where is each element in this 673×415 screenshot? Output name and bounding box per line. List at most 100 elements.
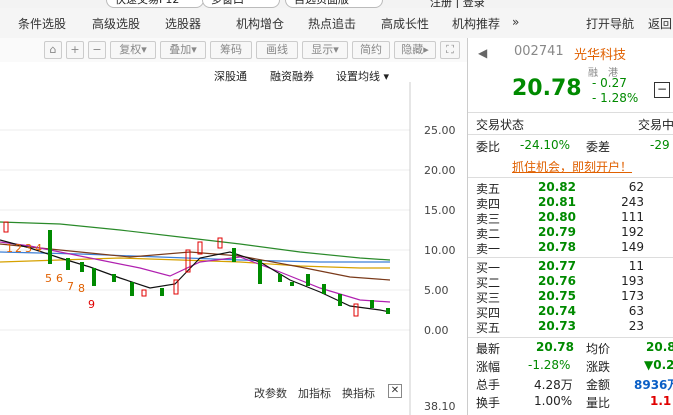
weicha-label: 委差 [586,140,611,154]
zoom-in-icon[interactable]: + [66,41,84,59]
buy-price: 20.76 [538,274,576,288]
kline-chart[interactable]: 深股通 融资融券 设置均线 ▾ 1 2 3 4 5 6 7 8 9 25.00 … [0,62,467,415]
sell-price: 20.79 [538,225,576,239]
chart-label-7: 7 [67,280,74,293]
stat-row: 最新 20.78 均价 20.8 [468,340,673,358]
sell-price: 20.81 [538,195,576,209]
stat-value: -1.28% [528,358,571,372]
divider [468,257,673,258]
menu-item-tiaojian[interactable]: 条件选股 [18,15,66,32]
y-label-10: 10.00 [424,244,456,257]
quick-trade-button[interactable]: 快速交易F12 [106,0,204,8]
overlay-dropdown[interactable]: 叠加▾ [160,41,206,59]
open-account-link[interactable]: 抓住机会，即刻开户！ [512,158,632,175]
add-indicator-link[interactable]: 加指标 [298,385,331,401]
stat-value: 8936万 [634,378,673,392]
buy-volume: 63 [628,304,644,318]
fullscreen-icon[interactable]: ⛶ [440,41,460,59]
sell-price: 20.82 [538,180,576,194]
stat-label: 涨跌 [586,360,611,374]
y-label-20: 20.00 [424,164,456,177]
y-label-5: 5.00 [424,284,449,297]
divider [468,112,673,113]
sell-volume: 62 [628,180,644,194]
stat-label: 最新 [476,342,501,356]
top-bar: 快速交易F12 多窗口 自选页面版 注册 | 登录 [0,0,673,9]
quote-panel: ◀ 002741 光华科技 融 港 20.78 - 0.27 - 1.28% −… [467,38,673,415]
sell-level-3: 卖三 20.80 111 [468,210,673,226]
prev-stock-icon[interactable]: ◀ [478,46,487,60]
custom-page-button[interactable]: 自选页面版 [285,0,383,8]
menu-item-gaochengzhang[interactable]: 高成长性 [381,15,429,32]
chart-label-9: 9 [88,298,95,311]
buy-level-5: 买五 20.73 23 [468,319,673,335]
stock-name: 光华科技 [574,48,627,63]
simple-button[interactable]: 简约 [352,41,390,59]
y-label-0: 0.00 [424,324,449,337]
menu-item-back[interactable]: 返回 [648,15,672,32]
chip-button[interactable]: 筹码 [210,41,252,59]
buy-price: 20.74 [538,304,576,318]
lock-icon[interactable]: ⌂ [44,41,62,59]
chart-toolbar: ⌂ + − 复权▾ 叠加▾ 筹码 画线 显示▾ 简约 隐藏▸ ⛶ [0,38,467,63]
stat-row: 涨幅 -1.28% 涨跌 ▼0.2 [468,358,673,376]
stat-row: 总手 4.28万 金额 8936万 [468,376,673,394]
minimize-icon[interactable]: − [654,82,670,98]
zoom-out-icon[interactable]: − [88,41,106,59]
stat-value: 4.28万 [534,378,573,392]
stat-value: 20.8 [646,340,673,354]
chart-label-2: 2 [15,242,22,255]
sell-level-1: 卖一 20.78 149 [468,240,673,256]
stock-code: 002741 [514,44,564,59]
sell-label: 卖一 [476,242,501,256]
menu-item-open-nav[interactable]: 打开导航 [586,15,634,32]
buy-volume: 173 [621,289,644,303]
overlay-label: 叠加 [169,43,192,56]
hide-button[interactable]: 隐藏▸ [394,41,436,59]
display-label: 显示 [311,43,334,56]
stat-label: 涨幅 [476,360,501,374]
multi-window-button[interactable]: 多窗口 [202,0,280,8]
sell-price: 20.78 [538,240,576,254]
weicha-value: -29 [650,138,670,152]
price-change: - 0.27 [592,76,627,90]
stats-grid: 最新 20.78 均价 20.8 涨幅 -1.28% 涨跌 ▼0.2 总手 4.… [468,340,673,415]
sell-order-book: 卖五 20.82 62 卖四 20.81 243 卖三 20.80 111 卖二 20.79 1… [468,180,673,260]
buy-level-1: 买一 20.77 11 [468,259,673,275]
stat-row: 换手 1.00% 量比 1.1 [468,394,673,412]
candlesticks [3,221,390,317]
price-change-pct: - 1.28% [592,91,639,105]
menu-item-redian[interactable]: 热点追击 [308,15,356,32]
stat-value: 1.00% [534,394,573,408]
edit-params-link[interactable]: 改参数 [254,385,287,401]
sell-volume: 149 [621,240,644,254]
menu-item-tuijian[interactable]: 机构推荐 [452,15,500,32]
change-indicator-link[interactable]: 换指标 [342,385,375,401]
sell-level-5: 卖五 20.82 62 [468,180,673,196]
chart-label-5: 5 [45,272,52,285]
close-indicator-icon[interactable]: ✕ [388,384,402,398]
display-dropdown[interactable]: 显示▾ [302,41,348,59]
buy-price: 20.77 [538,259,576,273]
fuquan-dropdown[interactable]: 复权▾ [110,41,156,59]
menu-more-icon[interactable]: » [512,15,519,29]
trade-status-label: 交易状态 [476,118,525,132]
buy-label: 买五 [476,321,501,335]
chart-label-6: 6 [56,272,63,285]
menu-item-xuanguqi[interactable]: 选股器 [165,15,201,32]
sell-price: 20.80 [538,210,576,224]
trade-status-value: 交易中 [638,118,673,132]
menu-item-gaoji[interactable]: 高级选股 [92,15,140,32]
buy-level-2: 买二 20.76 193 [468,274,673,290]
divider [468,134,673,135]
menu-item-jigou[interactable]: 机构增仓 [236,15,284,32]
draw-line-button[interactable]: 画线 [256,41,298,59]
fuquan-label: 复权 [119,43,142,56]
divider [468,337,673,338]
sell-volume: 243 [621,195,644,209]
sell-volume: 111 [621,210,644,224]
hide-label: 隐藏 [401,43,424,56]
stat-label: 均价 [586,342,611,356]
sell-level-2: 卖二 20.79 192 [468,225,673,241]
divider [468,177,673,178]
